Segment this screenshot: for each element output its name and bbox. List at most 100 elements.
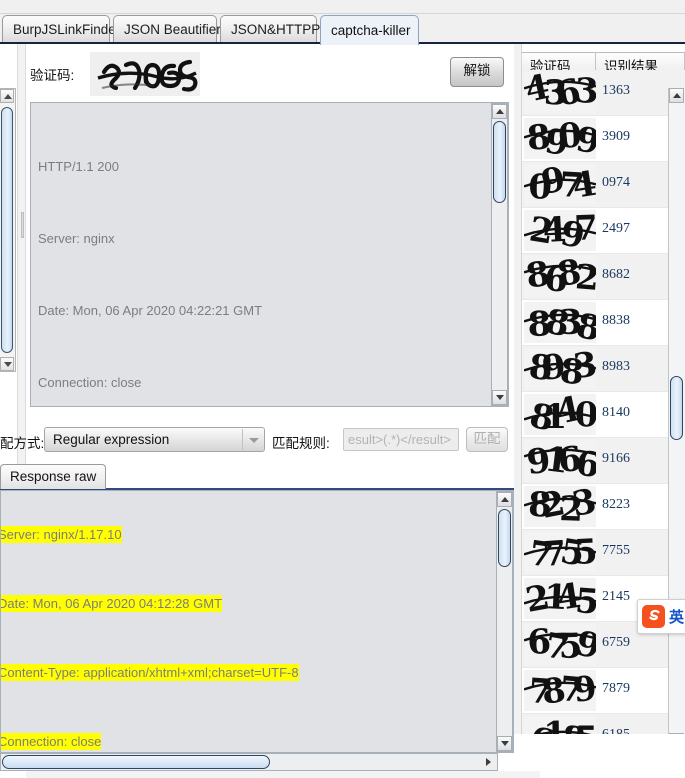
match-rule-input[interactable]: esult>(.*)</result> [343,428,459,451]
captcha-thumbnail[interactable]: 8983 [524,348,596,389]
outer-vertical-scrollbar[interactable] [0,88,16,372]
captcha-thumbnail[interactable]: 7879 [524,670,596,711]
splitter-grip[interactable] [21,212,24,238]
table-row[interactable]: 4 3 6 3 1363 [522,70,685,116]
table-row[interactable]: 8 2 2 3 8223 [522,484,685,530]
scrollbar-thumb[interactable] [493,121,506,203]
table-row[interactable]: 8 8 3 8 8838 [522,300,685,346]
chevron-down-icon[interactable] [242,429,263,450]
scroll-up-arrow-icon[interactable] [492,104,507,119]
captcha-thumbnail[interactable]: 7755 [524,532,596,573]
captcha-thumbnail[interactable]: 8682 [524,256,596,297]
captcha-thumbnail[interactable]: 4363 [524,72,596,113]
request-line: Connection: close [38,375,142,390]
sogou-ime-widget[interactable]: 英 [637,599,685,634]
response-vertical-scrollbar[interactable] [496,491,513,752]
table-vertical-scrollbar[interactable] [668,88,685,734]
table-row[interactable]: 7 8 7 9 7879 [522,668,685,714]
captcha-thumbnail[interactable]: 8140 [524,394,596,435]
panel-bottom-filler [26,771,540,778]
captcha-thumbnail[interactable]: 2145 [524,578,596,619]
ime-mode-indicator[interactable]: 英 [669,606,684,627]
recognition-result: 8838 [602,313,630,328]
table-row[interactable]: 8 9 0 9 3909 [522,116,685,162]
tab-label: Response raw [10,469,97,484]
tab-label: JSON Beautifier [124,22,221,37]
response-line: Content-Type: application/xhtml+xml;char… [0,661,498,684]
sogou-logo-icon [641,604,666,629]
captcha-image[interactable] [90,52,200,96]
scrollbar-thumb[interactable] [2,755,270,769]
scroll-down-arrow-icon[interactable] [0,357,14,371]
table-row[interactable]: 8 1 4 0 8140 [522,392,685,438]
response-line-text: Content-Type: application/xhtml+xml;char… [0,664,299,681]
request-vertical-scrollbar[interactable] [491,103,508,406]
scrollbar-thumb[interactable] [670,376,683,440]
recognition-result: 0974 [602,175,630,190]
recognition-result: 7755 [602,543,630,558]
captcha-thumbnail[interactable]: 8838 [524,302,596,343]
table-row[interactable]: 7 7 5 5 7755 [522,530,685,576]
scroll-up-arrow-icon[interactable] [0,89,14,103]
scroll-up-arrow-icon[interactable] [497,492,512,507]
request-line: HTTP/1.1 200 [38,159,119,174]
extension-tab-bar: BurpJSLinkFinder JSON Beautifier JSON&HT… [0,14,685,45]
captcha-row: 验证码: 解锁 [26,50,514,98]
table-row[interactable]: 6185 6185 [522,714,685,734]
tab-json-beautifier[interactable]: JSON Beautifier [113,15,221,43]
scroll-down-arrow-icon[interactable] [497,736,512,751]
match-button[interactable]: 匹配 [466,427,508,452]
scrollbar-thumb[interactable] [1,107,13,353]
tab-label: BurpJSLinkFinder [13,22,121,37]
tab-label: captcha-killer [331,23,411,38]
tab-label: JSON&HTTPP [231,22,321,37]
right-splitter[interactable] [514,44,522,734]
request-raw-textarea[interactable]: HTTP/1.1 200 Server: nginx Date: Mon, 06… [30,102,509,407]
recognition-result: 8140 [602,405,630,420]
recognition-result: 7879 [602,681,630,696]
window-top-strip [0,0,685,14]
match-mode-label: 配方式: [0,436,45,451]
svg-text:9: 9 [571,670,596,711]
recognition-result: 1363 [602,83,630,98]
unlock-button[interactable]: 解锁 [450,57,504,87]
recognition-result: 3909 [602,129,630,144]
response-line: Date: Mon, 06 Apr 2020 04:12:28 GMT [0,592,498,615]
scroll-up-arrow-icon[interactable] [669,88,684,103]
recognition-result: 9166 [602,451,630,466]
response-horizontal-scrollbar[interactable] [0,753,498,771]
svg-text:2: 2 [574,257,596,297]
svg-text:3: 3 [574,72,596,112]
tab-response-raw[interactable]: Response raw [0,464,107,489]
scroll-right-arrow-icon[interactable] [482,755,496,769]
response-line: Server: nginx/1.17.10 [0,523,498,546]
table-row[interactable]: 0 9 7 4 0974 [522,162,685,208]
response-raw-textarea[interactable]: Server: nginx/1.17.10 Date: Mon, 06 Apr … [0,490,514,753]
captcha-thumbnail[interactable]: 8223 [524,486,596,527]
recognition-result: 2145 [602,589,630,604]
recognition-result: 8682 [602,267,630,282]
tab-json-httpp[interactable]: JSON&HTTPP [220,15,321,43]
response-line-text: Server: nginx/1.17.10 [0,526,122,543]
captcha-thumbnail[interactable]: 9166 [524,440,596,481]
response-line-text: Connection: close [0,733,102,750]
request-raw-content: HTTP/1.1 200 Server: nginx Date: Mon, 06… [38,107,484,406]
scroll-down-arrow-icon[interactable] [492,390,507,405]
scrollbar-thumb[interactable] [498,509,511,567]
table-row[interactable]: 8 6 8 2 8682 [522,254,685,300]
response-line-text: Date: Mon, 06 Apr 2020 04:12:28 GMT [0,595,223,612]
recognition-result: 2497 [602,221,630,236]
tab-captcha-killer[interactable]: captcha-killer [320,15,419,45]
table-row[interactable]: 8 9 8 3 8983 [522,346,685,392]
captcha-thumbnail[interactable]: 8909 [524,118,596,159]
captcha-thumbnail[interactable]: 2497 [524,210,596,251]
captcha-thumbnail[interactable]: 6185 [524,716,596,734]
captcha-thumbnail[interactable]: 6759 [524,624,596,665]
table-row[interactable]: 9 1 6 6 9166 [522,438,685,484]
match-mode-value: Regular expression [53,432,170,447]
match-mode-select[interactable]: Regular expression [44,427,265,452]
match-rule-label: 匹配规则: [272,436,330,451]
table-row[interactable]: 2 4 9 7 2497 [522,208,685,254]
tab-burpjslinkfinder[interactable]: BurpJSLinkFinder [2,15,120,43]
captcha-thumbnail[interactable]: 0974 [524,164,596,205]
